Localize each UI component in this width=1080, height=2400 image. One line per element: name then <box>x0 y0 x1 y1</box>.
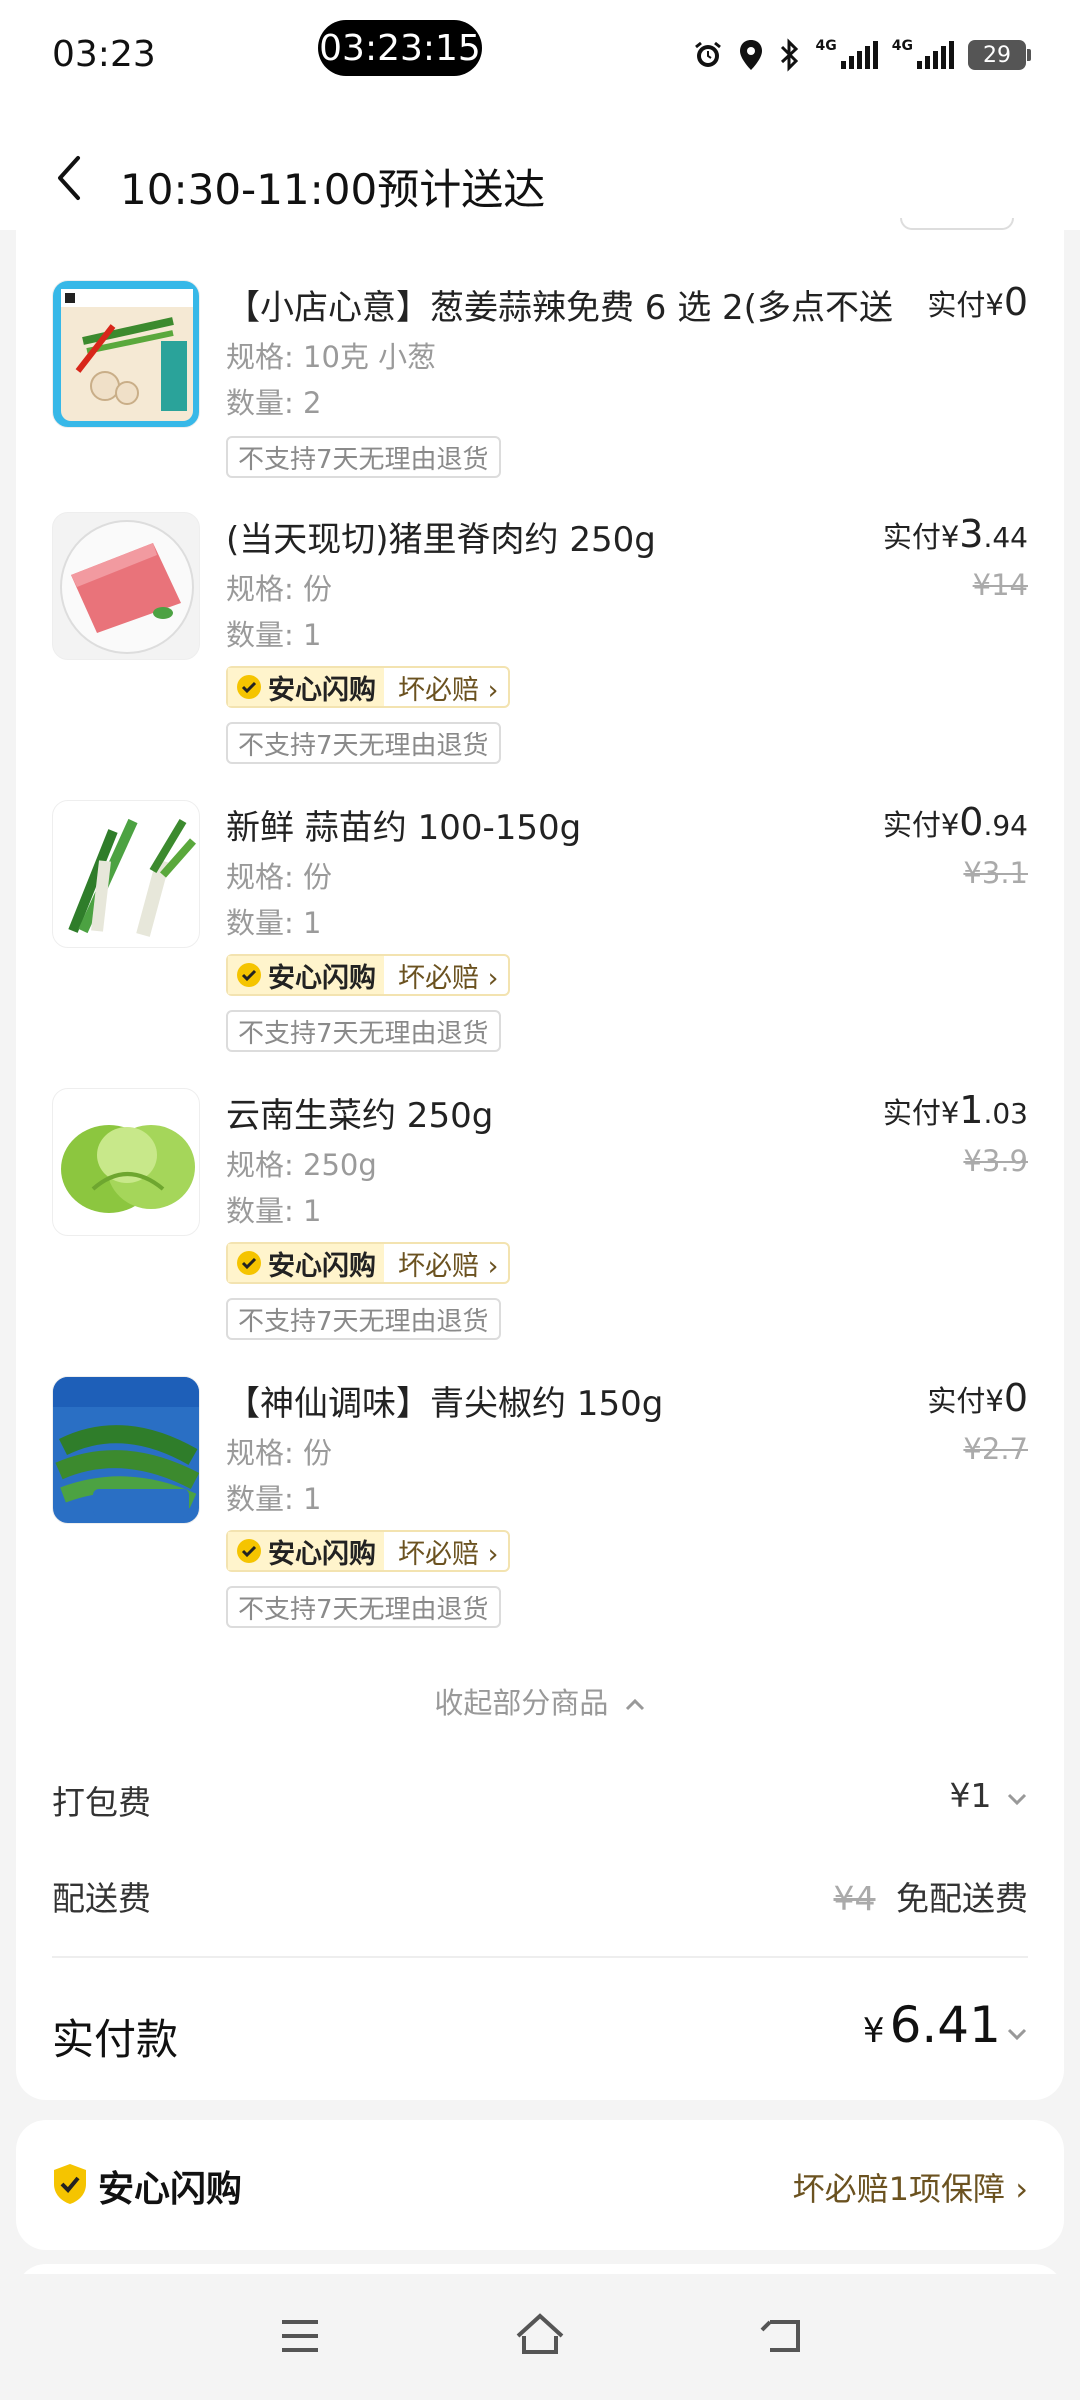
chevron-up-icon <box>625 1698 644 1711</box>
list-item[interactable]: 新鲜 蒜苗约 100-150g 实付¥0.94 ¥3.1 规格: 份 数量: 1… <box>52 800 1028 1060</box>
card-top-tab <box>900 218 1014 230</box>
assure-label: 安心闪购 <box>268 1250 376 1282</box>
assure-card[interactable]: 安心闪购 坏必赔1项保障 › <box>16 2120 1064 2250</box>
item-spec: 规格: 份 <box>226 1436 332 1470</box>
assure-link[interactable]: 坏必赔 › <box>384 1244 508 1283</box>
packing-fee-row[interactable]: 打包费 ¥1 <box>52 1776 1028 1824</box>
delivery-fee-row: 配送费 ¥4 免配送费 <box>52 1872 1028 1920</box>
signal-2-icon <box>917 41 954 69</box>
delivery-fee-label: 配送费 <box>52 1879 151 1918</box>
shield-check-icon <box>237 675 261 699</box>
bluetooth-icon <box>780 38 798 72</box>
battery-icon: 29 <box>968 40 1031 70</box>
shield-check-icon <box>237 1251 261 1275</box>
status-time: 03:23 <box>52 34 156 75</box>
no-return-badge: 不支持7天无理由退货 <box>226 436 501 478</box>
navigation-bar <box>0 2274 1080 2400</box>
item-spec: 规格: 10克 小葱 <box>226 340 437 374</box>
list-item[interactable]: (当天现切)猪里脊肉约 250g 实付¥3.44 ¥14 规格: 份 数量: 1… <box>52 512 1028 772</box>
packing-fee-label: 打包费 <box>52 1783 151 1822</box>
list-item[interactable]: 【小店心意】葱姜蒜辣免费 6 选 2(多点不送 实付¥0 规格: 10克 小葱 … <box>52 280 1028 480</box>
item-spec: 规格: 250g <box>226 1148 377 1182</box>
paid-price: 实付¥0 <box>927 280 1028 324</box>
assure-label: 安心闪购 <box>268 1538 376 1570</box>
assure-badge[interactable]: 安心闪购 坏必赔 › <box>226 1530 511 1572</box>
assure-label: 安心闪购 <box>268 674 376 706</box>
assure-badge[interactable]: 安心闪购 坏必赔 › <box>226 954 511 996</box>
list-item[interactable]: 【神仙调味】青尖椒约 150g 实付¥0 ¥2.7 规格: 份 数量: 1 安心… <box>52 1376 1028 1636</box>
packing-fee-value: ¥1 <box>949 1776 992 1815</box>
item-quantity: 数量: 2 <box>226 386 322 420</box>
item-quantity: 数量: 1 <box>226 618 322 652</box>
page-title: 10:30-11:00预计送达 <box>120 165 546 214</box>
original-price: ¥14 <box>972 568 1028 602</box>
back-icon[interactable] <box>758 2316 804 2356</box>
assure-badge[interactable]: 安心闪购 坏必赔 › <box>226 1242 511 1284</box>
paid-price: 实付¥1.03 <box>882 1088 1028 1132</box>
total-value[interactable]: ¥ 6.41 <box>863 1996 1028 2054</box>
assure-card-link[interactable]: 坏必赔1项保障 › <box>793 2164 1028 2210</box>
paid-price: 实付¥0.94 <box>882 800 1028 844</box>
shield-check-icon <box>237 1539 261 1563</box>
no-return-badge: 不支持7天无理由退货 <box>226 1298 501 1340</box>
original-price: ¥3.1 <box>963 856 1028 890</box>
list-item[interactable]: 云南生菜约 250g 实付¥1.03 ¥3.9 规格: 250g 数量: 1 安… <box>52 1088 1028 1348</box>
shield-check-icon <box>54 2164 86 2204</box>
product-image[interactable] <box>52 280 200 428</box>
item-name: (当天现切)猪里脊肉约 250g <box>226 520 656 560</box>
assure-link[interactable]: 坏必赔 › <box>384 1532 508 1571</box>
paid-price: 实付¥3.44 <box>882 512 1028 556</box>
location-icon <box>739 40 762 70</box>
original-price: ¥2.7 <box>963 1432 1028 1466</box>
chevron-down-icon <box>1007 1793 1027 1806</box>
status-icons: 4G 4G 29 <box>692 38 1031 72</box>
item-quantity: 数量: 1 <box>226 906 322 940</box>
item-quantity: 数量: 1 <box>226 1482 322 1516</box>
item-name: 【小店心意】葱姜蒜辣免费 6 选 2(多点不送 <box>226 288 893 328</box>
no-return-badge: 不支持7天无理由退货 <box>226 1010 501 1052</box>
item-spec: 规格: 份 <box>226 572 332 606</box>
product-image[interactable] <box>52 800 200 948</box>
assure-label: 安心闪购 <box>268 962 376 994</box>
item-quantity: 数量: 1 <box>226 1194 322 1228</box>
product-image[interactable] <box>52 512 200 660</box>
total-amount: 6.41 <box>889 1996 1001 2054</box>
assure-link[interactable]: 坏必赔 › <box>384 668 508 707</box>
total-currency: ¥ <box>862 2011 885 2051</box>
back-arrow-icon[interactable] <box>52 154 88 202</box>
item-name: 【神仙调味】青尖椒约 150g <box>226 1384 664 1424</box>
status-bar: 03:23 03:23:15 4G 4G 29 <box>0 0 1080 110</box>
signal-1-icon <box>840 41 878 69</box>
assure-badge[interactable]: 安心闪购 坏必赔 › <box>226 666 511 708</box>
no-return-badge: 不支持7天无理由退货 <box>226 722 501 764</box>
shield-check-icon <box>237 963 261 987</box>
total-label: 实付款 <box>52 2015 179 2064</box>
assure-card-title: 安心闪购 <box>98 2169 243 2210</box>
collapse-label: 收起部分商品 <box>434 1686 609 1720</box>
collapse-items-button[interactable]: 收起部分商品 <box>0 1680 1080 1722</box>
original-price: ¥3.9 <box>963 1144 1028 1178</box>
alarm-icon <box>694 41 721 67</box>
item-spec: 规格: 份 <box>226 860 332 894</box>
assure-link[interactable]: 坏必赔 › <box>384 956 508 995</box>
no-return-badge: 不支持7天无理由退货 <box>226 1586 501 1628</box>
item-name: 云南生菜约 250g <box>226 1096 494 1136</box>
header: 10:30-11:00预计送达 <box>0 110 1080 230</box>
paid-price: 实付¥0 <box>927 1376 1028 1420</box>
chevron-down-icon <box>1007 2028 1027 2041</box>
network-type-2: 4G <box>891 38 913 54</box>
divider <box>52 1956 1028 1958</box>
item-name: 新鲜 蒜苗约 100-150g <box>226 808 582 848</box>
status-time-pill: 03:23:15 <box>318 20 482 76</box>
delivery-fee-original: ¥4 <box>833 1879 876 1918</box>
menu-icon[interactable] <box>278 2316 322 2356</box>
home-icon[interactable] <box>514 2312 566 2356</box>
battery-level: 29 <box>983 42 1011 68</box>
product-image[interactable] <box>52 1088 200 1236</box>
product-image[interactable] <box>52 1376 200 1524</box>
network-type-1: 4G <box>815 38 837 54</box>
delivery-fee-value: 免配送费 <box>896 1879 1028 1918</box>
